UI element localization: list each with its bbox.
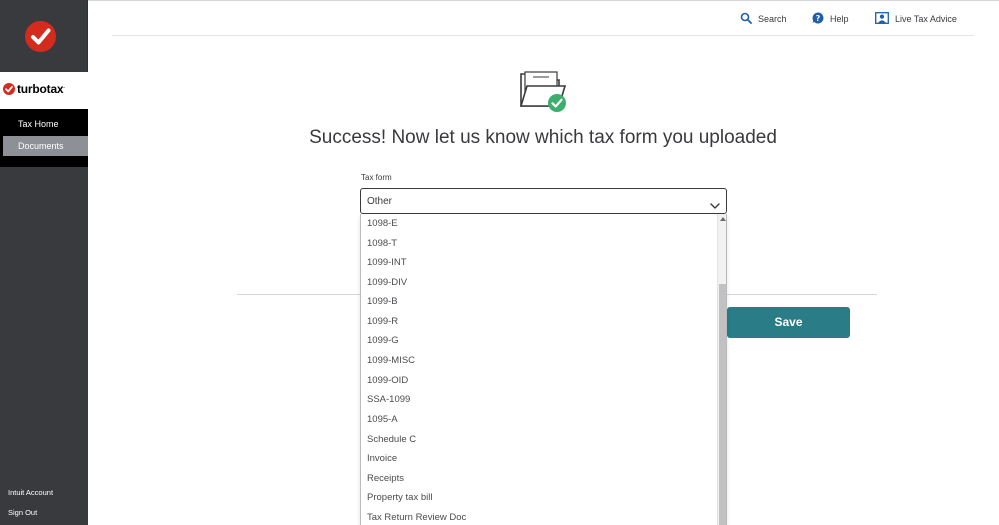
expert-portrait-icon bbox=[875, 12, 889, 26]
logo-block[interactable] bbox=[0, 0, 88, 72]
brand-strip: turbotax. bbox=[0, 72, 88, 109]
option-1099-b[interactable]: 1099-B bbox=[367, 294, 398, 310]
chevron-down-icon bbox=[710, 197, 720, 215]
sidebar-item-documents[interactable]: Documents bbox=[3, 136, 88, 156]
brand-check-icon bbox=[3, 83, 15, 95]
top-border bbox=[88, 0, 999, 1]
option-1095-a[interactable]: 1095-A bbox=[367, 412, 398, 428]
option-receipts[interactable]: Receipts bbox=[367, 471, 404, 487]
option-schedule-c[interactable]: Schedule C bbox=[367, 432, 416, 448]
options-scrollbar[interactable] bbox=[717, 214, 726, 525]
tax-form-select[interactable]: Other bbox=[360, 188, 727, 214]
search-icon bbox=[740, 12, 752, 26]
save-button[interactable]: Save bbox=[727, 307, 850, 338]
scroll-up-arrow-icon[interactable] bbox=[720, 217, 726, 221]
option-1099-int[interactable]: 1099-INT bbox=[367, 255, 407, 271]
option-1098-t[interactable]: 1098-T bbox=[367, 236, 397, 252]
option-1099-r[interactable]: 1099-R bbox=[367, 314, 398, 330]
scrollbar-thumb[interactable] bbox=[719, 284, 726, 525]
sidebar-nav: Tax Home Documents bbox=[0, 109, 88, 167]
search-link[interactable]: Search bbox=[740, 12, 787, 26]
sidebar: turbotax. Tax Home Documents Intuit Acco… bbox=[0, 0, 88, 525]
live-tax-advice-label: Live Tax Advice bbox=[895, 14, 957, 24]
live-tax-advice-link[interactable]: Live Tax Advice bbox=[875, 12, 957, 26]
help-label: Help bbox=[830, 14, 849, 24]
folder-success-icon bbox=[519, 68, 569, 114]
option-property-tax-bill[interactable]: Property tax bill bbox=[367, 490, 432, 506]
option-ssa-1099[interactable]: SSA-1099 bbox=[367, 392, 410, 408]
brand-name-text: turbotax bbox=[17, 82, 64, 96]
search-label: Search bbox=[758, 14, 787, 24]
sidebar-item-tax-home[interactable]: Tax Home bbox=[3, 114, 88, 134]
help-icon: ? bbox=[812, 12, 824, 26]
option-1099-g[interactable]: 1099-G bbox=[367, 333, 399, 349]
option-1099-misc[interactable]: 1099-MISC bbox=[367, 353, 415, 369]
intuit-account-link[interactable]: Intuit Account bbox=[8, 488, 53, 497]
option-1099-div[interactable]: 1099-DIV bbox=[367, 275, 407, 291]
help-link[interactable]: ? Help bbox=[812, 12, 849, 26]
option-1098-e[interactable]: 1098-E bbox=[367, 216, 398, 232]
brand-name: turbotax. bbox=[17, 82, 65, 96]
tax-form-label: Tax form bbox=[361, 173, 392, 182]
option-invoice[interactable]: Invoice bbox=[367, 451, 397, 467]
option-1099-oid[interactable]: 1099-OID bbox=[367, 373, 408, 389]
tax-form-selected-value: Other bbox=[367, 196, 393, 207]
tax-form-options-list[interactable]: 1098-E 1098-T 1099-INT 1099-DIV 1099-B 1… bbox=[360, 214, 727, 525]
option-tax-return-review-doc[interactable]: Tax Return Review Doc bbox=[367, 510, 466, 525]
sign-out-link[interactable]: Sign Out bbox=[8, 508, 37, 517]
turbotax-logo-icon bbox=[25, 21, 56, 52]
svg-text:?: ? bbox=[816, 14, 821, 23]
header-divider bbox=[112, 35, 974, 36]
page-title: Success! Now let us know which tax form … bbox=[309, 127, 777, 148]
brand-mark: . bbox=[63, 84, 65, 90]
